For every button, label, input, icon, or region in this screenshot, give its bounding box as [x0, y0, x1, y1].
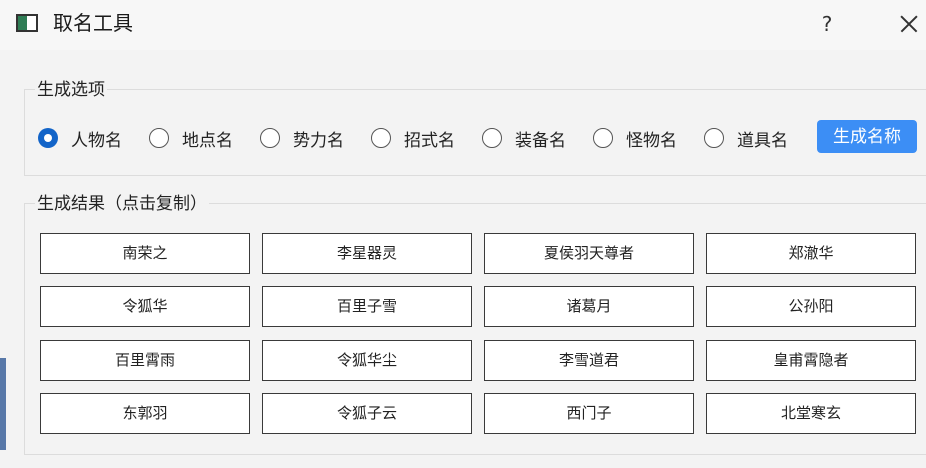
radio-indicator [593, 128, 613, 148]
results-group: 生成结果（点击复制） 南荣之 李星器灵 夏侯羽天尊者 郑澈华 令狐华 百里子雪 … [24, 193, 926, 455]
radio-label: 人物名 [71, 130, 122, 151]
radio-label: 势力名 [293, 130, 344, 151]
radio-indicator [704, 128, 724, 148]
radio-label: 怪物名 [626, 130, 677, 151]
results-group-title: 生成结果（点击复制） [35, 193, 209, 215]
name-result-button[interactable]: 诸葛月 [484, 286, 694, 327]
name-result-button[interactable]: 北堂寒玄 [706, 393, 916, 434]
name-result-button[interactable]: 令狐子云 [262, 393, 472, 434]
name-result-button[interactable]: 南荣之 [40, 233, 250, 274]
radio-label: 招式名 [404, 130, 455, 151]
name-result-button[interactable]: 令狐华 [40, 286, 250, 327]
name-result-button[interactable]: 西门子 [484, 393, 694, 434]
radio-place-name[interactable]: 地点名 [149, 123, 233, 153]
app-window-icon [16, 14, 38, 32]
options-group-title: 生成选项 [35, 79, 107, 101]
radio-indicator [371, 128, 391, 148]
generate-names-button[interactable]: 生成名称 [817, 120, 917, 153]
help-button[interactable]: ? [815, 10, 839, 38]
radio-label: 道具名 [737, 130, 788, 151]
radio-equipment-name[interactable]: 装备名 [482, 123, 566, 153]
name-result-button[interactable]: 公孙阳 [706, 286, 916, 327]
radio-item-name[interactable]: 道具名 [704, 123, 788, 153]
radio-indicator [149, 128, 169, 148]
radio-monster-name[interactable]: 怪物名 [593, 123, 677, 153]
radio-indicator [38, 128, 58, 148]
radio-label: 地点名 [182, 130, 233, 151]
name-result-button[interactable]: 东郭羽 [40, 393, 250, 434]
radio-label: 装备名 [515, 130, 566, 151]
window-title: 取名工具 [53, 11, 133, 35]
name-result-button[interactable]: 百里子雪 [262, 286, 472, 327]
name-result-button[interactable]: 令狐华尘 [262, 340, 472, 381]
close-icon[interactable] [896, 9, 924, 39]
background-window-edge [0, 358, 6, 450]
name-result-button[interactable]: 皇甫霄隐者 [706, 340, 916, 381]
title-bar: 取名工具 ? [0, 0, 926, 50]
radio-faction-name[interactable]: 势力名 [260, 123, 344, 153]
radio-skill-name[interactable]: 招式名 [371, 123, 455, 153]
options-group: 生成选项 人物名 地点名 势力名 招式名 装备名 怪物名 道具名 生成名称 [24, 79, 926, 176]
name-result-button[interactable]: 郑澈华 [706, 233, 916, 274]
radio-indicator [260, 128, 280, 148]
name-result-button[interactable]: 李星器灵 [262, 233, 472, 274]
radio-person-name[interactable]: 人物名 [38, 123, 122, 153]
radio-indicator [482, 128, 502, 148]
name-result-button[interactable]: 百里霄雨 [40, 340, 250, 381]
name-result-button[interactable]: 夏侯羽天尊者 [484, 233, 694, 274]
name-result-button[interactable]: 李雪道君 [484, 340, 694, 381]
